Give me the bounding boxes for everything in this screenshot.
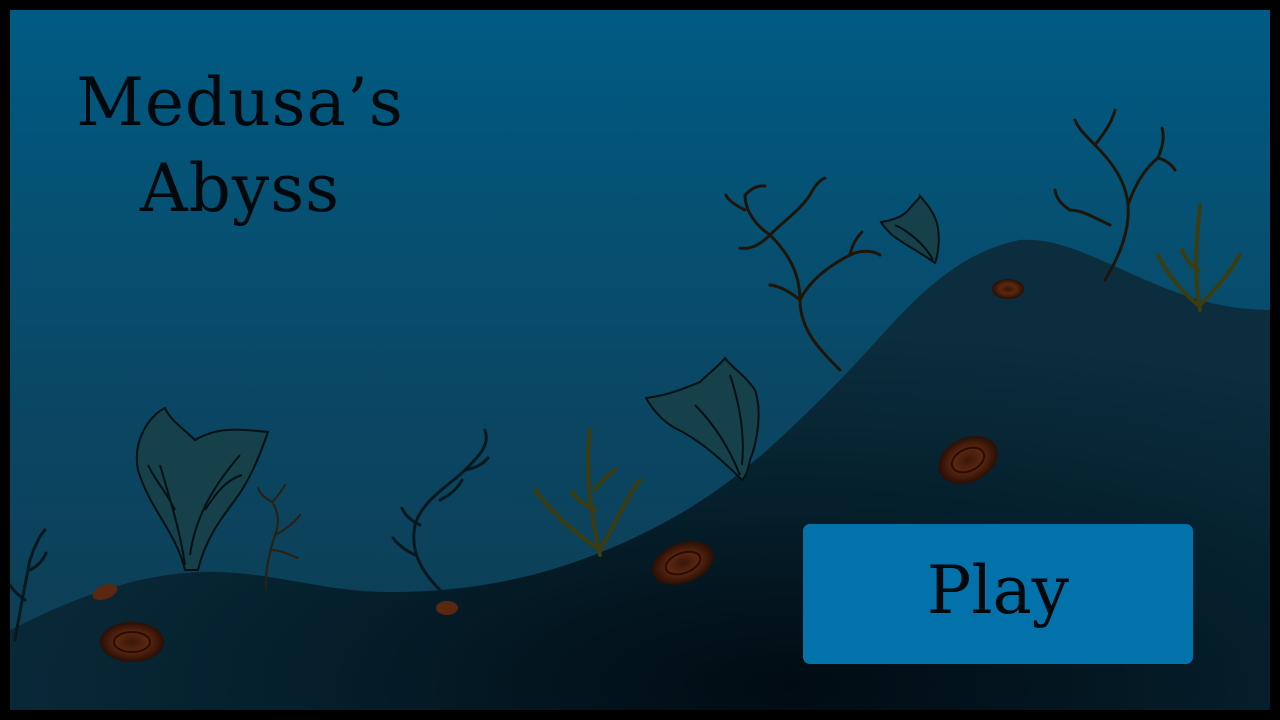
game-viewport: Medusa’s Abyss Play (10, 10, 1270, 710)
game-title-line-2: Abyss (140, 150, 340, 227)
rock-icon (100, 622, 164, 662)
rock-icon (436, 601, 458, 615)
game-screen: Medusa’s Abyss Play (0, 0, 1280, 720)
rock-icon (992, 279, 1024, 299)
game-title-line-1: Medusa’s (76, 64, 404, 141)
play-button-label: Play (926, 552, 1070, 629)
play-button[interactable]: Play (803, 524, 1193, 664)
